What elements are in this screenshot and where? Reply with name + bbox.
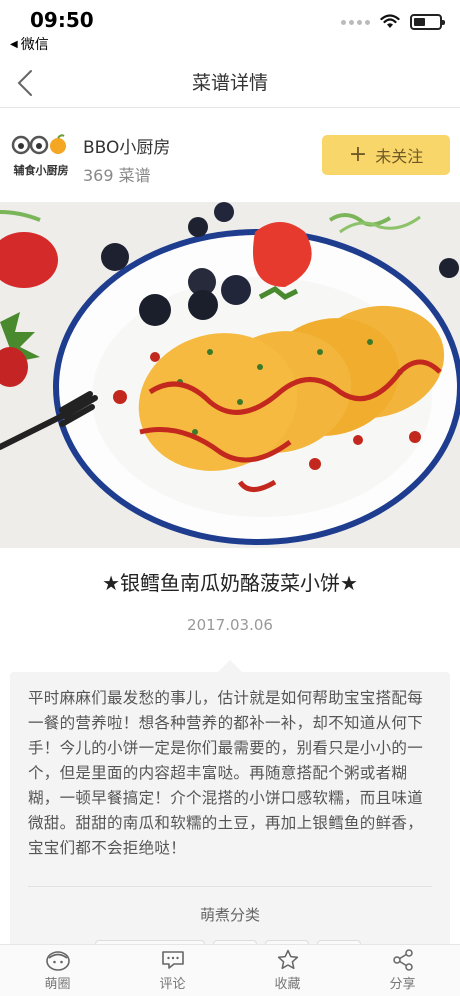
battery-icon xyxy=(410,14,445,30)
recipe-description: 平时麻麻们最发愁的事儿，估计就是如何帮助宝宝搭配每一餐的营养啦！想各种营养的都补… xyxy=(28,689,424,857)
share-icon xyxy=(390,949,416,971)
back-to-app[interactable]: ◀ 微信 xyxy=(10,34,49,54)
tab-comments[interactable]: 评论 xyxy=(115,945,230,996)
recipe-count: 369 菜谱 xyxy=(83,166,151,185)
page-title: 菜谱详情 xyxy=(191,72,268,94)
tab-label: 分享 xyxy=(389,977,416,992)
signal-icon xyxy=(341,19,370,25)
nav-bar: 菜谱详情 xyxy=(0,58,460,108)
plus-icon: + xyxy=(348,142,368,167)
face-icon xyxy=(45,949,71,971)
recipe-date: 2017.03.06 xyxy=(187,616,273,634)
back-triangle-icon: ◀ xyxy=(10,38,18,50)
tab-label: 萌圈 xyxy=(44,977,71,992)
author-logo[interactable]: 辅食小厨房 xyxy=(10,134,72,182)
divider xyxy=(28,886,432,887)
recipe-title: ★银鳕鱼南瓜奶酪菠菜小饼★ xyxy=(102,571,358,595)
back-app-label: 微信 xyxy=(20,37,49,53)
author-name[interactable]: BBO小厨房 xyxy=(83,133,170,158)
author-row: 辅食小厨房 BBO小厨房 369 菜谱 + 未关注 xyxy=(0,108,460,202)
description-card: 平时麻麻们最发愁的事儿，估计就是如何帮助宝宝搭配每一餐的营养啦！想各种营养的都补… xyxy=(10,660,450,962)
follow-button[interactable]: + 未关注 xyxy=(322,135,450,175)
category-heading: 萌煮分类 xyxy=(199,906,260,924)
wifi-icon xyxy=(380,14,400,28)
star-icon xyxy=(275,949,301,971)
status-indicators xyxy=(341,14,445,30)
author-logo-text: 辅食小厨房 xyxy=(14,163,69,177)
bottom-tab-bar: 萌圈 评论 收藏 分享 xyxy=(0,944,460,996)
follow-label: 未关注 xyxy=(375,147,424,166)
status-time: 09:50 xyxy=(30,8,94,32)
tab-label: 收藏 xyxy=(274,977,301,992)
chat-icon xyxy=(160,949,186,971)
recipe-photo-illustration xyxy=(0,202,460,548)
tab-circle[interactable]: 萌圈 xyxy=(0,945,115,996)
tab-favorite[interactable]: 收藏 xyxy=(230,945,345,996)
tab-share[interactable]: 分享 xyxy=(345,945,460,996)
tab-label: 评论 xyxy=(159,977,186,992)
recipe-photo[interactable] xyxy=(0,202,460,548)
status-bar: 09:50 ◀ 微信 xyxy=(0,0,460,58)
